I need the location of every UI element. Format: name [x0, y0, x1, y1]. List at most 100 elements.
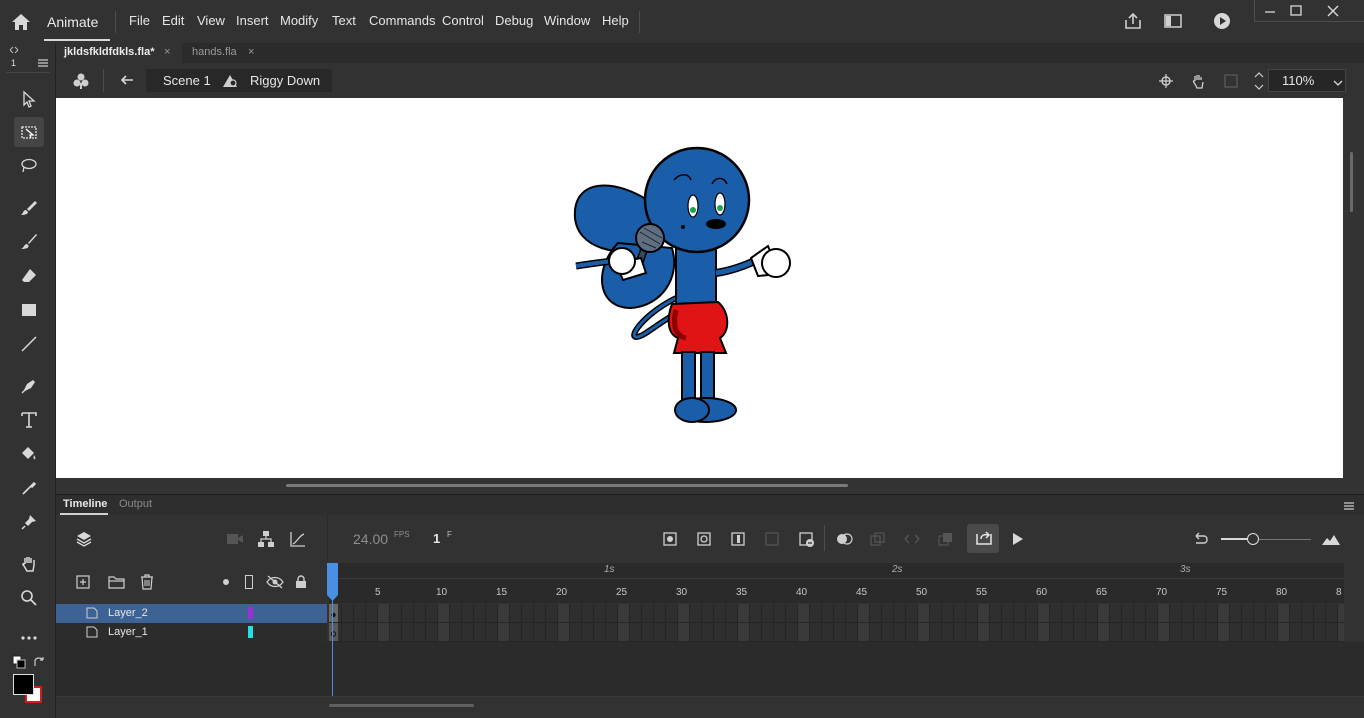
free-transform-icon[interactable] — [14, 117, 44, 147]
share-icon[interactable] — [1123, 11, 1143, 31]
playhead[interactable] — [327, 563, 338, 601]
highlight-layers-icon[interactable] — [223, 579, 229, 585]
undo-view-icon[interactable] — [1192, 531, 1210, 547]
sync-icon[interactable] — [938, 532, 954, 546]
back-arrow-icon[interactable] — [119, 72, 135, 88]
zoom-stepper-icon[interactable] — [1253, 70, 1265, 92]
outline-layers-icon[interactable] — [245, 575, 253, 589]
character-artwork[interactable] — [56, 98, 1343, 478]
new-folder-icon[interactable] — [108, 575, 125, 589]
timeline-horizontal-scrollbar[interactable] — [329, 704, 474, 707]
frame-size-slider-thumb[interactable] — [1247, 533, 1259, 545]
onion-skin-icon[interactable] — [835, 532, 853, 546]
close-icon[interactable] — [1325, 4, 1341, 18]
paint-bucket-icon[interactable] — [14, 439, 44, 469]
graphic-symbol-icon — [221, 72, 239, 90]
stage-vertical-scrollbar[interactable] — [1350, 152, 1353, 212]
menu-file[interactable]: File — [129, 13, 150, 28]
document-tab-active[interactable]: jkldsfkldfdkls.fla* — [64, 46, 154, 58]
fps-value[interactable]: 24.00 — [353, 531, 388, 547]
clip-canvas-icon[interactable] — [1223, 73, 1239, 89]
edit-multiple-frames-icon[interactable] — [904, 532, 920, 546]
new-layer-icon[interactable] — [76, 575, 90, 589]
insert-keyframe-icon[interactable] — [663, 532, 677, 546]
play-timeline-icon[interactable] — [1011, 531, 1025, 547]
frame-ruler[interactable] — [329, 563, 1344, 603]
current-frame[interactable]: 1 — [433, 531, 440, 546]
layer-color-swatch[interactable] — [248, 607, 253, 619]
ruler-frame-label: 65 — [1096, 587, 1108, 598]
symbol-icon[interactable] — [71, 71, 91, 91]
menu-debug[interactable]: Debug — [495, 13, 533, 28]
layer-name[interactable]: Layer_2 — [108, 607, 148, 619]
layer-row[interactable]: Layer_1 — [56, 623, 327, 642]
remove-frame-icon[interactable] — [765, 532, 779, 546]
lasso-icon[interactable] — [14, 151, 44, 181]
graph-icon[interactable] — [289, 530, 307, 548]
tools-menu-icon[interactable] — [37, 57, 49, 67]
chevron-down-icon[interactable] — [1333, 76, 1343, 86]
layer-type-icon — [86, 626, 98, 638]
layer-color-swatch[interactable] — [248, 626, 253, 638]
eyedropper-icon[interactable] — [14, 473, 44, 503]
zoom-icon[interactable] — [14, 583, 44, 613]
stage-horizontal-scrollbar[interactable] — [286, 484, 848, 487]
tab-timeline[interactable]: Timeline — [63, 498, 107, 510]
layer-row[interactable]: Layer_2 — [56, 604, 327, 623]
ruler-frame-label: 55 — [976, 587, 988, 598]
parenting-icon[interactable] — [257, 530, 275, 548]
onion-outline-icon[interactable] — [870, 532, 886, 546]
camera-icon[interactable] — [226, 532, 244, 546]
menu-text[interactable]: Text — [332, 13, 356, 28]
brush-icon[interactable] — [14, 193, 44, 223]
pin-icon[interactable] — [14, 507, 44, 537]
document-tab[interactable]: hands.fla — [192, 46, 237, 58]
menu-modify[interactable]: Modify — [280, 13, 318, 28]
expand-tools-icon[interactable] — [8, 44, 20, 54]
rectangle-icon[interactable] — [14, 295, 44, 325]
breadcrumb-scene[interactable]: Scene 1 — [163, 73, 211, 88]
eraser-icon[interactable] — [14, 261, 44, 291]
tab-close-icon[interactable]: × — [164, 46, 170, 58]
panel-menu-icon[interactable] — [1343, 500, 1355, 510]
trash-icon[interactable] — [140, 574, 154, 590]
menu-commands[interactable]: Commands — [369, 13, 435, 28]
default-colors-icon[interactable] — [12, 655, 26, 669]
menu-control[interactable]: Control — [442, 13, 484, 28]
menu-help[interactable]: Help — [602, 13, 629, 28]
fit-frames-icon[interactable] — [1321, 532, 1341, 546]
swap-colors-icon[interactable] — [32, 655, 46, 669]
tab-close-icon[interactable]: × — [248, 46, 254, 58]
stroke-color-swatch[interactable] — [13, 674, 34, 695]
window-icon[interactable] — [1163, 11, 1183, 31]
hide-layers-icon[interactable] — [266, 575, 284, 589]
lock-layers-icon[interactable] — [295, 575, 307, 589]
clear-keyframe-icon[interactable] — [799, 532, 815, 548]
layers-icon[interactable] — [75, 530, 93, 548]
selection-tool-icon[interactable] — [14, 84, 44, 114]
play-icon[interactable] — [1213, 12, 1231, 30]
insert-blank-keyframe-icon[interactable] — [697, 532, 711, 546]
more-icon[interactable] — [14, 623, 44, 653]
menu-insert[interactable]: Insert — [236, 13, 269, 28]
breadcrumb-symbol[interactable]: Riggy Down — [250, 73, 320, 88]
menu-view[interactable]: View — [197, 13, 225, 28]
minimize-icon[interactable] — [1262, 4, 1278, 18]
layer-name[interactable]: Layer_1 — [108, 626, 148, 638]
stage[interactable] — [56, 98, 1343, 478]
menu-edit[interactable]: Edit — [162, 13, 184, 28]
hand-icon[interactable] — [14, 549, 44, 579]
loop-icon[interactable] — [975, 530, 993, 546]
paint-brush-icon[interactable] — [14, 227, 44, 257]
tab-output[interactable]: Output — [119, 498, 152, 510]
snap-icon[interactable] — [1158, 73, 1174, 89]
maximize-icon[interactable] — [1288, 4, 1304, 18]
home-icon[interactable] — [10, 11, 32, 33]
pen-icon[interactable] — [14, 371, 44, 401]
line-icon[interactable] — [14, 329, 44, 359]
frames-grid[interactable] — [329, 604, 1344, 642]
rotate-camera-icon[interactable] — [1188, 72, 1208, 90]
menu-window[interactable]: Window — [544, 13, 590, 28]
insert-frame-icon[interactable] — [731, 532, 745, 546]
text-icon[interactable] — [14, 405, 44, 435]
